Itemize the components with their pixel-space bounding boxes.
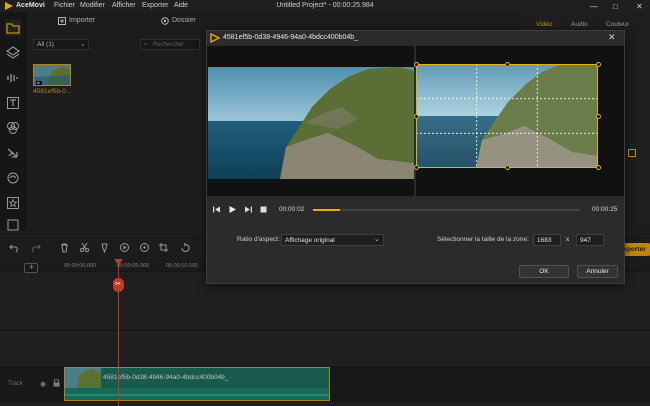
zone-width-input[interactable]: 1683 <box>533 234 561 246</box>
stop-icon[interactable] <box>259 205 268 214</box>
original-preview <box>208 67 414 179</box>
ok-button[interactable]: OK <box>519 265 569 278</box>
maximize-button[interactable]: □ <box>613 2 618 11</box>
current-time: 00:00:02 <box>279 206 305 213</box>
crop-handle[interactable] <box>505 165 510 170</box>
progress-slider[interactable] <box>313 209 580 211</box>
crop-handle[interactable] <box>596 62 601 67</box>
cancel-button[interactable]: Annuler <box>577 265 618 278</box>
step-forward-icon[interactable] <box>244 205 253 214</box>
zone-width-value: 1683 <box>537 237 552 244</box>
scissors-icon: ✂ <box>115 281 121 288</box>
crop-handle[interactable] <box>596 165 601 170</box>
close-icon: ✕ <box>608 32 616 42</box>
progress-fill <box>313 209 340 211</box>
aspect-ratio-value: Affichage original <box>285 237 335 244</box>
playhead-handle-icon[interactable] <box>114 259 123 265</box>
crop-handle[interactable] <box>414 114 419 119</box>
step-back-icon[interactable] <box>212 205 221 214</box>
minimize-button[interactable]: — <box>590 2 598 11</box>
window-title: Untitled Project* - 00:00:25.984 <box>276 2 374 9</box>
zone-height-input[interactable]: 947 <box>576 234 604 246</box>
chevron-down-icon: ⌄ <box>374 236 380 243</box>
dialog-title: 4581ef5b-0d38-4946-94a0-4bdcc400b04b_ <box>223 34 359 41</box>
dialog-close-button[interactable]: ✕ <box>608 32 616 43</box>
size-separator: x <box>566 236 570 243</box>
crop-frame[interactable] <box>416 64 598 168</box>
crop-handle[interactable] <box>596 114 601 119</box>
aspect-ratio-select[interactable]: Affichage original ⌄ <box>281 234 384 246</box>
app-logo-icon <box>210 33 220 43</box>
crop-handle[interactable] <box>414 62 419 67</box>
crop-handle[interactable] <box>505 62 510 67</box>
zone-height-value: 947 <box>580 237 591 244</box>
split-marker[interactable]: ✂ <box>113 278 124 292</box>
total-time: 00:00:25 <box>592 206 618 213</box>
crop-handle[interactable] <box>414 165 419 170</box>
aspect-ratio-label: Ratio d'aspect: <box>237 236 280 243</box>
close-window-button[interactable]: ✕ <box>636 2 643 11</box>
zone-size-label: Sélectionner la taille de la zone: <box>437 236 529 243</box>
play-icon[interactable] <box>228 205 237 214</box>
